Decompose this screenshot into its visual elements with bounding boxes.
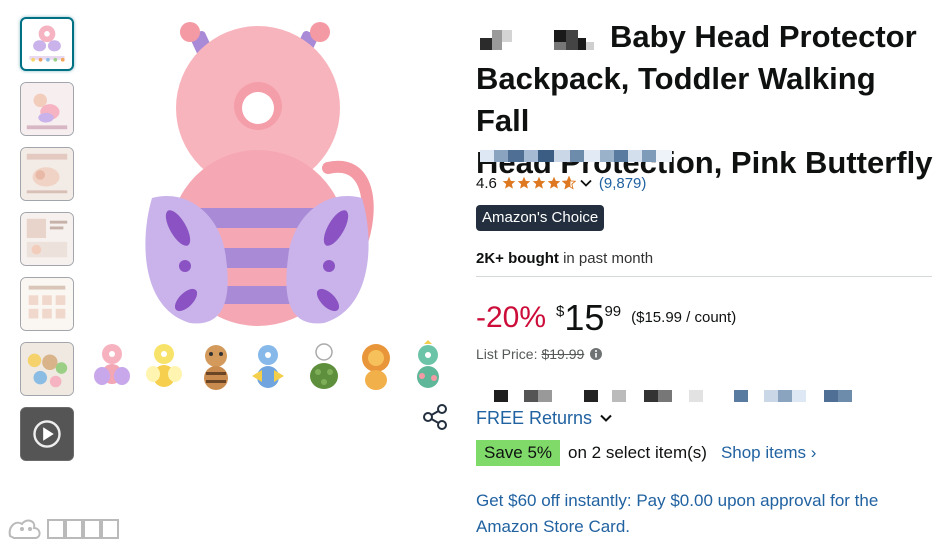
butterfly-variant-icon bbox=[94, 344, 130, 385]
dinosaur-variant-icon bbox=[417, 340, 439, 388]
star-icon bbox=[532, 176, 546, 189]
chevron-down-icon[interactable] bbox=[579, 176, 593, 190]
bought-count: 2K+ bought bbox=[476, 250, 559, 267]
divider bbox=[476, 276, 932, 277]
redacted-text-mosaic bbox=[494, 390, 852, 402]
bought-in-past-month: 2K+ bought in past month bbox=[476, 250, 653, 268]
variant-dinosaur[interactable] bbox=[406, 340, 450, 394]
info-icon[interactable] bbox=[589, 347, 603, 361]
thumbnail-baby-photo[interactable] bbox=[20, 82, 74, 136]
free-returns-link[interactable]: FREE Returns bbox=[476, 407, 614, 429]
infographic-thumbnail-icon bbox=[21, 213, 73, 265]
variant-swatches bbox=[86, 340, 456, 396]
price-per-unit: ($15.99 / count) bbox=[631, 309, 737, 326]
share-button[interactable] bbox=[420, 402, 450, 432]
rating-row: 4.6 (9,879) bbox=[476, 173, 646, 193]
butterfly-head-protector-image bbox=[145, 22, 374, 326]
rating-value: 4.6 bbox=[476, 174, 497, 192]
shop-items-link[interactable]: Shop items › bbox=[721, 443, 816, 463]
amazons-choice-badge[interactable]: Amazon's Choice bbox=[476, 205, 605, 231]
bird-variant-icon bbox=[252, 345, 284, 388]
watermark-logo-icon bbox=[8, 519, 119, 539]
baby-lifestyle-thumbnail-icon bbox=[21, 148, 73, 200]
watermark-logo bbox=[6, 514, 124, 544]
brand-store-link[interactable] bbox=[476, 148, 676, 169]
star-rating[interactable] bbox=[502, 176, 577, 190]
butterfly-thumbnail-icon bbox=[29, 25, 65, 62]
variant-tiger[interactable] bbox=[194, 340, 238, 394]
bee-variant-icon bbox=[146, 344, 182, 387]
free-returns-label: FREE Returns bbox=[476, 407, 593, 428]
video-play-icon bbox=[21, 408, 73, 460]
title-line-1: Baby Head Protector bbox=[610, 19, 917, 54]
ratings-count-link[interactable]: (9,879) bbox=[599, 175, 647, 192]
baby-photo-thumbnail-icon bbox=[21, 83, 73, 135]
coupon-row: Save 5% on 2 select item(s) Shop items › bbox=[476, 440, 816, 466]
main-product-image[interactable] bbox=[130, 18, 400, 338]
thumbnail-size-chart[interactable] bbox=[20, 277, 74, 331]
star-icon bbox=[517, 176, 531, 189]
list-price-row: List Price: $19.99 bbox=[476, 344, 603, 364]
title-line-2: Backpack, Toddler Walking Fall bbox=[476, 61, 876, 138]
price-fraction: 99 bbox=[604, 303, 622, 320]
variant-bird[interactable] bbox=[246, 340, 290, 394]
coupon-description: on 2 select item(s) bbox=[568, 443, 707, 462]
delivery-mosaic bbox=[494, 389, 874, 408]
thumbnail-butterfly[interactable] bbox=[20, 17, 74, 71]
price-currency: $ bbox=[556, 303, 565, 320]
thumbnail-infographic[interactable] bbox=[20, 212, 74, 266]
price-row: -20% $ 15 99 ($15.99 / count) bbox=[476, 296, 736, 340]
turtle-variant-icon bbox=[310, 343, 338, 389]
thumbnail-video[interactable] bbox=[20, 407, 74, 461]
collection-thumbnail-icon bbox=[21, 343, 73, 395]
lion-variant-icon bbox=[362, 344, 390, 390]
price-whole: 15 bbox=[564, 297, 605, 338]
half-star-icon bbox=[561, 176, 576, 190]
tiger-variant-icon bbox=[204, 345, 228, 390]
thumbnail-baby-lifestyle[interactable] bbox=[20, 147, 74, 201]
star-icon bbox=[502, 176, 516, 189]
variant-turtle[interactable] bbox=[302, 340, 346, 394]
brand-mosaic bbox=[480, 29, 594, 50]
discount-percent: -20% bbox=[476, 301, 547, 334]
bought-suffix: in past month bbox=[558, 250, 654, 267]
size-chart-thumbnail-icon bbox=[21, 278, 73, 330]
star-icon bbox=[547, 176, 561, 189]
save-percent-badge: Save 5% bbox=[476, 440, 561, 466]
variant-butterfly[interactable] bbox=[90, 340, 134, 394]
variant-bee[interactable] bbox=[142, 340, 186, 394]
store-card-promo-link[interactable]: Get $60 off instantly: Pay $0.00 upon ap… bbox=[476, 488, 936, 540]
list-price-value: $19.99 bbox=[541, 346, 585, 362]
list-price-label: List Price: bbox=[476, 346, 538, 362]
chevron-down-icon bbox=[600, 414, 612, 422]
share-icon bbox=[423, 404, 447, 430]
brand-link-mosaic bbox=[480, 150, 672, 162]
variant-lion[interactable] bbox=[354, 340, 398, 394]
thumbnail-collection[interactable] bbox=[20, 342, 74, 396]
